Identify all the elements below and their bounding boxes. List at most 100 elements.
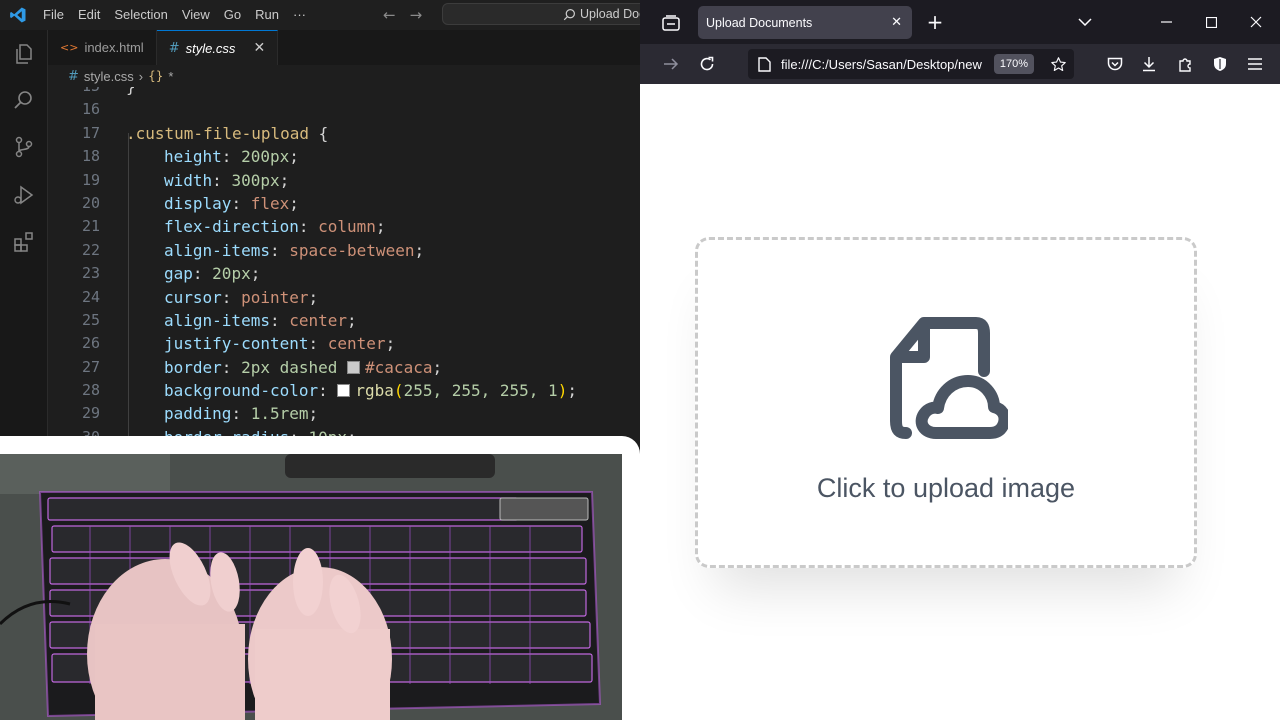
code-text: gap: 20px;	[164, 264, 261, 284]
line-number: 19	[81, 170, 100, 189]
css-value: 20px	[212, 264, 251, 284]
menu-file[interactable]: File	[36, 0, 71, 30]
zoom-level-button[interactable]: 170%	[993, 54, 1034, 74]
menu-more[interactable]: ···	[286, 0, 313, 30]
file-upload-dropzone[interactable]: Click to upload image	[695, 237, 1197, 568]
code-line: 16	[48, 98, 640, 121]
code-line: 25 align-items: center;	[48, 309, 640, 332]
code-text: align-items: space-between;	[164, 240, 425, 260]
file-cloud-upload-icon	[890, 317, 1008, 439]
code-line: 23 gap: 20px;	[48, 262, 640, 285]
color-swatch[interactable]	[337, 384, 351, 398]
code-line: 20 display: flex;	[48, 192, 640, 215]
css-value: 300px	[231, 170, 280, 190]
minimize-icon[interactable]	[1155, 11, 1177, 33]
breadcrumb-symbol[interactable]: *	[168, 69, 173, 84]
line-number: 21	[81, 217, 100, 236]
firefox-view-icon[interactable]	[660, 12, 682, 34]
source-control-icon[interactable]	[12, 135, 36, 159]
line-number: 25	[81, 310, 100, 329]
css-value: space-between	[289, 240, 415, 260]
css-value: column	[318, 217, 376, 237]
css-function: rgba	[355, 381, 394, 401]
code-text: align-items: center;	[164, 310, 357, 330]
menu-view[interactable]: View	[175, 0, 217, 30]
chevron-down-icon[interactable]	[1074, 11, 1096, 33]
code-editor[interactable]: 15}16 17 .custum-file-upload {18height: 20…	[48, 87, 640, 437]
browser-window: Upload Documents ✕ + file:///C:/Users/Sa…	[640, 0, 1280, 720]
code-line: 19 width: 300px;	[48, 169, 640, 192]
extensions-icon[interactable]	[1174, 53, 1196, 75]
explorer-icon[interactable]	[12, 42, 36, 66]
css-color-value: #cacaca	[365, 357, 433, 377]
css-property: width	[164, 170, 213, 190]
code-line: 18 height: 200px;	[48, 145, 640, 168]
address-bar[interactable]: file:///C:/Users/Sasan/Desktop/new 170%	[748, 49, 1074, 79]
breadcrumb-file[interactable]: style.css	[84, 69, 134, 84]
menu-go[interactable]: Go	[217, 0, 248, 30]
menu-run[interactable]: Run	[248, 0, 286, 30]
css-property: border	[164, 357, 222, 377]
code-text: cursor: pointer;	[164, 287, 319, 307]
download-icon[interactable]	[1138, 53, 1160, 75]
back-arrow-icon[interactable]: ←	[383, 6, 396, 24]
css-file-icon: #	[168, 40, 180, 56]
color-swatch[interactable]	[347, 360, 361, 374]
page-content: Click to upload image	[640, 84, 1280, 720]
css-property: justify-content	[164, 334, 309, 354]
url-text: file:///C:/Users/Sasan/Desktop/new	[781, 56, 982, 72]
line-number: 27	[81, 357, 100, 376]
css-selector: .custum-file-upload	[126, 123, 310, 143]
tab-upload-documents[interactable]: Upload Documents ✕	[698, 6, 912, 39]
line-number: 24	[81, 287, 100, 306]
bookmark-star-icon[interactable]	[1048, 54, 1068, 74]
extensions-icon[interactable]	[12, 230, 36, 254]
code-text: justify-content: center;	[164, 334, 396, 354]
hamburger-menu-icon[interactable]	[1244, 53, 1266, 75]
line-number: 26	[81, 334, 100, 353]
code-line: 27 border: 2px dashed #cacaca;	[48, 356, 640, 379]
line-number: 15	[48, 87, 100, 98]
line-number: 28	[81, 381, 100, 400]
close-icon[interactable]: ✕	[253, 40, 265, 56]
tab-label: style.css	[185, 40, 236, 56]
css-property: cursor	[164, 287, 222, 307]
shield-icon[interactable]	[1209, 53, 1231, 75]
browser-toolbar: file:///C:/Users/Sasan/Desktop/new 170%	[640, 44, 1280, 84]
search-text: Upload Doc	[580, 7, 640, 21]
menu-selection[interactable]: Selection	[107, 0, 174, 30]
line-number: 17	[81, 123, 100, 142]
vscode-window: File Edit Selection View Go Run ··· ← → …	[0, 0, 640, 720]
css-property: gap	[164, 264, 193, 284]
search-icon[interactable]	[12, 88, 36, 112]
close-icon[interactable]: ✕	[891, 15, 902, 30]
search-icon	[563, 8, 575, 20]
maximize-icon[interactable]	[1200, 11, 1222, 33]
tab-title: Upload Documents	[706, 15, 813, 30]
brace: {	[309, 123, 329, 143]
css-args: 255, 255, 255, 1	[403, 381, 558, 401]
pocket-icon[interactable]	[1104, 53, 1126, 75]
tab-label: index.html	[84, 40, 144, 55]
line-number: 23	[81, 264, 100, 283]
run-debug-icon[interactable]	[12, 183, 36, 207]
close-window-icon[interactable]	[1245, 11, 1267, 33]
forward-arrow-icon[interactable]	[660, 53, 682, 75]
css-value: center	[327, 334, 386, 354]
browser-tabbar: Upload Documents ✕ +	[640, 0, 1280, 44]
menu-edit[interactable]: Edit	[71, 0, 107, 30]
code-text: .custum-file-upload {	[126, 122, 328, 145]
css-property: align-items	[164, 310, 270, 330]
reload-icon[interactable]	[696, 53, 718, 75]
command-center-search[interactable]: Upload Doc	[442, 3, 640, 25]
tab-index-html[interactable]: <> index.html	[48, 30, 157, 65]
forward-arrow-icon[interactable]: →	[410, 6, 423, 24]
new-tab-icon[interactable]: +	[924, 10, 946, 34]
tab-style-css[interactable]: # style.css ✕	[156, 30, 279, 65]
css-property: height	[164, 147, 222, 167]
selector-symbol-icon: {}	[148, 69, 164, 83]
code-text: }	[126, 87, 136, 98]
code-text: height: 200px;	[164, 147, 299, 167]
code-line: 21 flex-direction: column;	[48, 215, 640, 238]
css-value: center	[289, 310, 348, 330]
